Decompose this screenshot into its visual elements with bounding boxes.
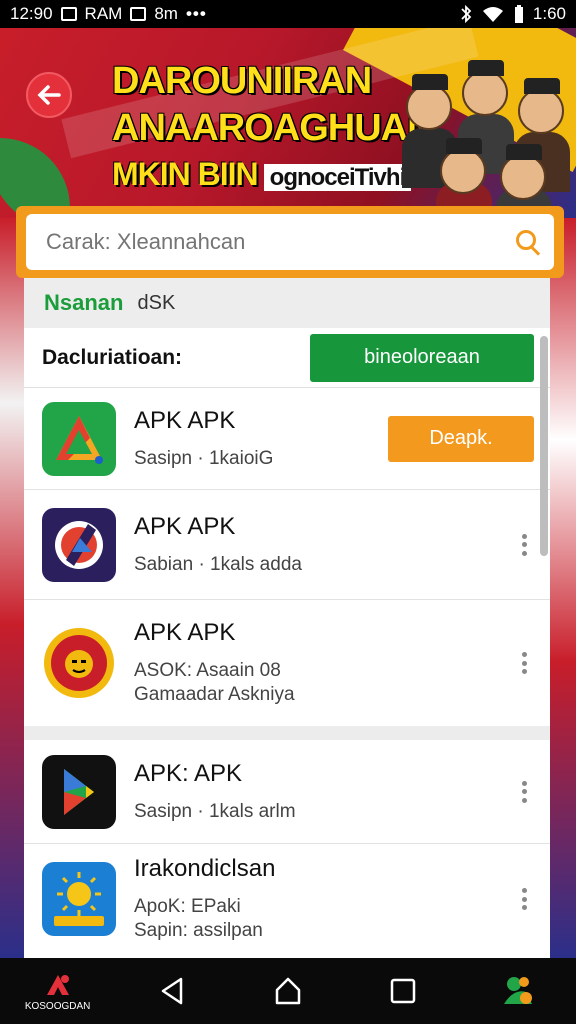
navigation-bar: KOSOOGDAN	[0, 958, 576, 1024]
banner-title: DAROUNIIRAN ANAAROAGHUAN	[112, 58, 435, 152]
backdrop-left	[0, 218, 24, 958]
sun-badge-icon	[42, 862, 116, 936]
app-subtitle-2: Sapin: assilpan	[134, 920, 263, 941]
brand-nav-label: KOSOOGDAN	[24, 1000, 91, 1012]
banner-title-line2: ANAAROAGHUAN	[112, 107, 435, 149]
app-text: APK: APK Sasipn · 1kals arlm	[134, 760, 514, 824]
notification-icon	[60, 7, 77, 21]
app-text: Irakondiclsan ApoK: EPaki Sapin: assilpa…	[134, 855, 514, 943]
search-container	[16, 206, 564, 278]
app-list-item[interactable]: APK APK ASOK: Asaain 08 Gamaadar Askniya	[24, 600, 550, 726]
banner-sub-strong: MKIN BIIN	[112, 156, 259, 192]
mask-emblem-icon	[42, 626, 116, 700]
app-subtitle: ASOK: Asaain 08	[134, 660, 281, 681]
app-name: APK APK	[134, 512, 236, 540]
download-button[interactable]: Deapk.	[388, 415, 534, 462]
app-text: APK APK Sasipn · 1kaioiG	[134, 407, 388, 471]
tabs-row: Nsanan dSK	[24, 278, 550, 328]
app-name: APK APK	[134, 406, 236, 434]
app-name: Irakondiclsan	[134, 855, 276, 882]
app-list-item[interactable]: Irakondiclsan ApoK: EPaki Sapin: assilpa…	[24, 844, 550, 954]
banner-sub-inner: ognoceiTivhi	[263, 164, 412, 191]
app-subtitle: Sasipn · 1kaioiG	[134, 447, 274, 469]
app-subtitle: ApoK: EPaki	[134, 896, 241, 917]
people-illustration	[396, 48, 576, 218]
banner-title-line1: DAROUNIIRAN	[112, 60, 372, 102]
bluetooth-icon	[461, 5, 472, 23]
scrollbar[interactable]	[540, 336, 548, 556]
status-time-right: 1:60	[532, 4, 566, 23]
brand-icon	[46, 974, 69, 995]
more-vert-icon[interactable]	[514, 884, 534, 914]
status-bar: 12:90 RAM 8m ••• 1:60	[0, 0, 576, 28]
triangle-logo-icon	[42, 401, 116, 476]
more-vert-icon[interactable]	[514, 530, 534, 560]
home-icon	[275, 977, 301, 1005]
promo-banner: DAROUNIIRAN ANAAROAGHUAN MKIN BIIN ognoce…	[0, 28, 576, 218]
back-button[interactable]	[26, 72, 72, 118]
more-vert-icon[interactable]	[514, 777, 534, 807]
home-nav-button[interactable]	[258, 963, 318, 1019]
results-panel: Nsanan dSK Dacluriatioan: bineoloreaan A…	[24, 278, 550, 958]
assistant-nav-button[interactable]	[488, 963, 548, 1019]
arrow-left-icon	[37, 85, 61, 105]
app-list-item[interactable]: APK: APK Sasipn · 1kals arlm	[24, 740, 550, 844]
filter-button[interactable]: bineoloreaan	[310, 333, 534, 382]
status-carrier: RAM	[84, 4, 123, 23]
status-dots: •••	[185, 4, 207, 23]
app-subtitle: Sasipn · 1kals arlm	[134, 800, 296, 822]
search-input[interactable]	[46, 229, 514, 255]
battery-icon	[514, 5, 523, 23]
section-divider	[24, 726, 550, 740]
recents-icon	[390, 978, 416, 1004]
notification-icon-2	[130, 7, 147, 21]
brand-nav-button[interactable]: KOSOOGDAN	[24, 963, 91, 1019]
more-vert-icon[interactable]	[514, 648, 534, 678]
filter-row: Dacluriatioan: bineoloreaan	[24, 328, 550, 388]
app-subtitle-2: Gamaadar Askniya	[134, 684, 295, 705]
tab-label[interactable]: dSK	[137, 292, 175, 315]
app-text: APK APK Sabian · 1kals adda	[134, 513, 514, 577]
search-icon[interactable]	[514, 228, 542, 256]
app-text: APK APK ASOK: Asaain 08 Gamaadar Askniya	[134, 619, 514, 707]
search-box[interactable]	[26, 214, 554, 270]
tab-brand[interactable]: Nsanan	[44, 290, 123, 316]
app-subtitle: Sabian · 1kals adda	[134, 553, 302, 575]
app-name: APK APK	[134, 619, 236, 646]
filter-label: Dacluriatioan:	[42, 345, 183, 369]
backdrop-right	[548, 218, 576, 958]
assistant-icon	[504, 977, 533, 1004]
banner-subtitle: MKIN BIIN ognoceiTivhi	[112, 156, 412, 193]
play-store-icon	[42, 754, 116, 829]
wifi-icon	[482, 7, 503, 22]
recents-nav-button[interactable]	[373, 963, 433, 1019]
status-extra: 8m	[154, 4, 178, 23]
app-list-item[interactable]: APK APK Sabian · 1kals adda	[24, 490, 550, 600]
app-name: APK: APK	[134, 759, 243, 787]
app-list-item[interactable]: APK APK Sasipn · 1kaioiG Deapk.	[24, 388, 550, 490]
status-time-left: 12:90	[10, 4, 53, 23]
back-nav-button[interactable]	[143, 963, 203, 1019]
back-icon	[161, 977, 183, 1005]
circle-logo-icon	[42, 507, 116, 582]
